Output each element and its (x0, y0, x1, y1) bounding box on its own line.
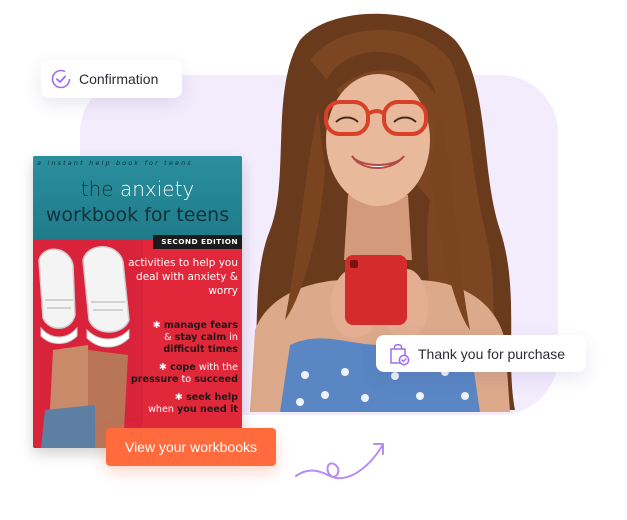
book-bullet-text: & (164, 332, 175, 343)
book-title-highlight: anxiety (119, 177, 195, 201)
book-bullet-text: to (178, 374, 195, 385)
book-bullet-bold: succeed (194, 374, 238, 385)
book-cover: a instant help book for teens the anxiet… (33, 156, 242, 448)
book-title-line-1: the anxiety (33, 177, 242, 201)
purchase-confirmation-card: Thank you for purchase (376, 335, 586, 372)
book-bullet-bold: cope (170, 362, 196, 373)
book-bullet-item: ✱ manage fears & stay calm in difficult … (118, 320, 238, 356)
asterisk-icon: ✱ (158, 362, 171, 373)
book-bullet-item: ✱ cope with the pressure to succeed (118, 362, 238, 386)
squiggle-arrow-icon (295, 443, 384, 480)
book-bullet-bold: stay calm (174, 332, 227, 343)
book-bullet-list: ✱ manage fears & stay calm in difficult … (118, 320, 238, 422)
purchase-thanks-label: Thank you for purchase (418, 345, 566, 362)
book-bullet-text: in (226, 332, 238, 343)
book-series-label: a instant help book for teens (37, 159, 193, 167)
book-edition-badge: SECOND EDITION (153, 235, 242, 249)
book-title-prefix: the (80, 177, 120, 201)
book-bullet-item: ✱ seek help when you need it (118, 392, 238, 416)
confirmation-label: Confirmation (79, 71, 159, 87)
book-bullet-bold: manage fears (163, 320, 238, 331)
book-bullet-bold: pressure (130, 374, 179, 385)
book-bullet-bold: seek help (186, 392, 238, 403)
book-bullet-text: when (148, 404, 178, 415)
check-circle-icon (51, 69, 71, 89)
book-bullet-bold: you need it (177, 404, 238, 415)
shopping-bag-check-icon (390, 343, 410, 365)
view-workbooks-button[interactable]: View your workbooks (106, 428, 276, 466)
book-title-line-2: workbook for teens (45, 204, 230, 226)
book-bullet-text: with the (195, 362, 238, 373)
book-subtitle: activities to help you deal with anxiety… (128, 257, 238, 297)
book-cover-header: a instant help book for teens the anxiet… (33, 156, 242, 240)
asterisk-icon: ✱ (152, 320, 164, 331)
book-bullet-bold: difficult times (163, 344, 238, 355)
confirmation-card: Confirmation (41, 60, 182, 98)
asterisk-icon: ✱ (174, 392, 187, 403)
